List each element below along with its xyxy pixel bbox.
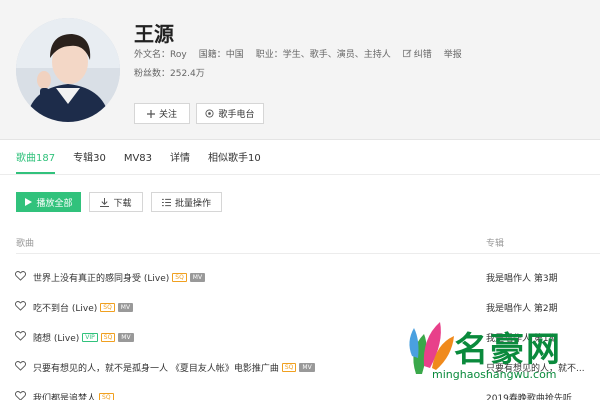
follow-label: 关注	[158, 110, 177, 120]
mv-badge[interactable]: MV	[118, 333, 134, 342]
follow-button[interactable]: 关注	[134, 103, 190, 124]
tab-songs[interactable]: 歌曲187	[16, 152, 56, 174]
nationality: 国籍：中国	[198, 50, 244, 60]
batch-operation-button[interactable]: 批量操作	[151, 192, 222, 212]
batch-label: 批量操作	[174, 198, 211, 209]
sq-badge: SQ	[100, 333, 116, 342]
heart-icon[interactable]	[15, 331, 26, 341]
artist-avatar	[16, 18, 120, 122]
play-all-label: 播放全部	[36, 198, 73, 209]
sq-badge: SQ	[281, 363, 297, 372]
download-button[interactable]: 下载	[89, 192, 143, 212]
watermark: 名豪网 minghaoshangwu.com	[406, 316, 596, 396]
watermark-url: minghaoshangwu.com	[432, 368, 557, 381]
play-all-button[interactable]: 播放全部	[16, 192, 81, 212]
song-title[interactable]: 随想 (Live) VIP SQ MV	[33, 331, 134, 344]
tab-details[interactable]: 详情	[170, 152, 190, 174]
report-link[interactable]: 举报	[444, 47, 462, 60]
radio-icon	[205, 109, 215, 118]
song-title-text: 我们都是追梦人	[33, 394, 97, 400]
tab-similar-artists[interactable]: 相似歌手10	[208, 152, 261, 174]
artist-meta: 外文名：Roy 国籍：中国 职业：学生、歌手、演员、主持人 纠错 举报	[134, 47, 462, 60]
song-title[interactable]: 只要有想见的人，就不是孤身一人 《夏目友人帐》电影推广曲 SQ MV	[33, 361, 315, 374]
song-title-text: 世界上没有真正的感同身受 (Live)	[33, 274, 170, 284]
heart-icon[interactable]	[15, 361, 26, 371]
artist-header: 王源 外文名：Roy 国籍：中国 职业：学生、歌手、演员、主持人 纠错 举报 粉…	[0, 0, 600, 140]
table-row[interactable]: 世界上没有真正的感同身受 (Live) SQ MV 我是唱作人 第3期	[0, 261, 600, 291]
mv-badge[interactable]: MV	[117, 303, 134, 312]
plus-icon	[146, 109, 155, 118]
column-header-song: 歌曲	[16, 239, 35, 249]
sq-badge: SQ	[100, 303, 115, 312]
song-title[interactable]: 我们都是追梦人 SQ	[33, 391, 114, 400]
list-icon	[161, 198, 171, 206]
song-title[interactable]: 吃不到台 (Live) SQ MV	[33, 301, 134, 314]
report-error-label: 纠错	[413, 50, 432, 60]
song-actions: 播放全部 下载 批量操作	[16, 192, 230, 212]
foreign-name: 外文名：Roy	[134, 50, 187, 60]
radio-label: 歌手电台	[218, 110, 255, 120]
heart-icon[interactable]	[15, 301, 26, 311]
column-header-album: 专辑	[486, 239, 505, 249]
edit-icon	[402, 49, 412, 58]
occupation: 职业：学生、歌手、演员、主持人	[255, 50, 391, 60]
download-icon	[100, 197, 110, 207]
vip-badge: VIP	[82, 333, 98, 342]
heart-icon[interactable]	[15, 271, 26, 281]
sq-badge: SQ	[172, 273, 187, 282]
mv-badge[interactable]: MV	[299, 363, 315, 372]
download-label: 下载	[113, 198, 132, 209]
song-title[interactable]: 世界上没有真正的感同身受 (Live) SQ MV	[33, 271, 206, 284]
artist-radio-button[interactable]: 歌手电台	[196, 103, 264, 124]
sq-badge: SQ	[99, 393, 114, 400]
song-album[interactable]: 我是唱作人 第3期	[486, 271, 586, 284]
tab-albums[interactable]: 专辑30	[73, 152, 106, 174]
tab-mv[interactable]: MV83	[124, 152, 152, 174]
song-title-text: 只要有想见的人，就不是孤身一人 《夏目友人帐》电影推广曲	[33, 364, 279, 374]
mv-badge[interactable]: MV	[189, 273, 206, 282]
watermark-logo-icon	[409, 322, 454, 374]
heart-icon[interactable]	[15, 391, 26, 400]
artist-tabs: 歌曲187 专辑30 MV83 详情 相似歌手10	[16, 152, 279, 174]
song-title-text: 吃不到台 (Live)	[33, 304, 98, 314]
song-title-text: 随想 (Live)	[33, 334, 80, 344]
watermark-text: 名豪网	[454, 330, 562, 370]
play-icon	[25, 198, 33, 206]
list-divider	[16, 253, 600, 254]
song-album[interactable]: 我是唱作人 第2期	[486, 301, 586, 314]
fans-count: 粉丝数：252.4万	[134, 69, 205, 79]
artist-name: 王源	[134, 22, 174, 46]
report-error-link[interactable]: 纠错	[402, 47, 432, 60]
tabs-divider	[0, 174, 600, 175]
